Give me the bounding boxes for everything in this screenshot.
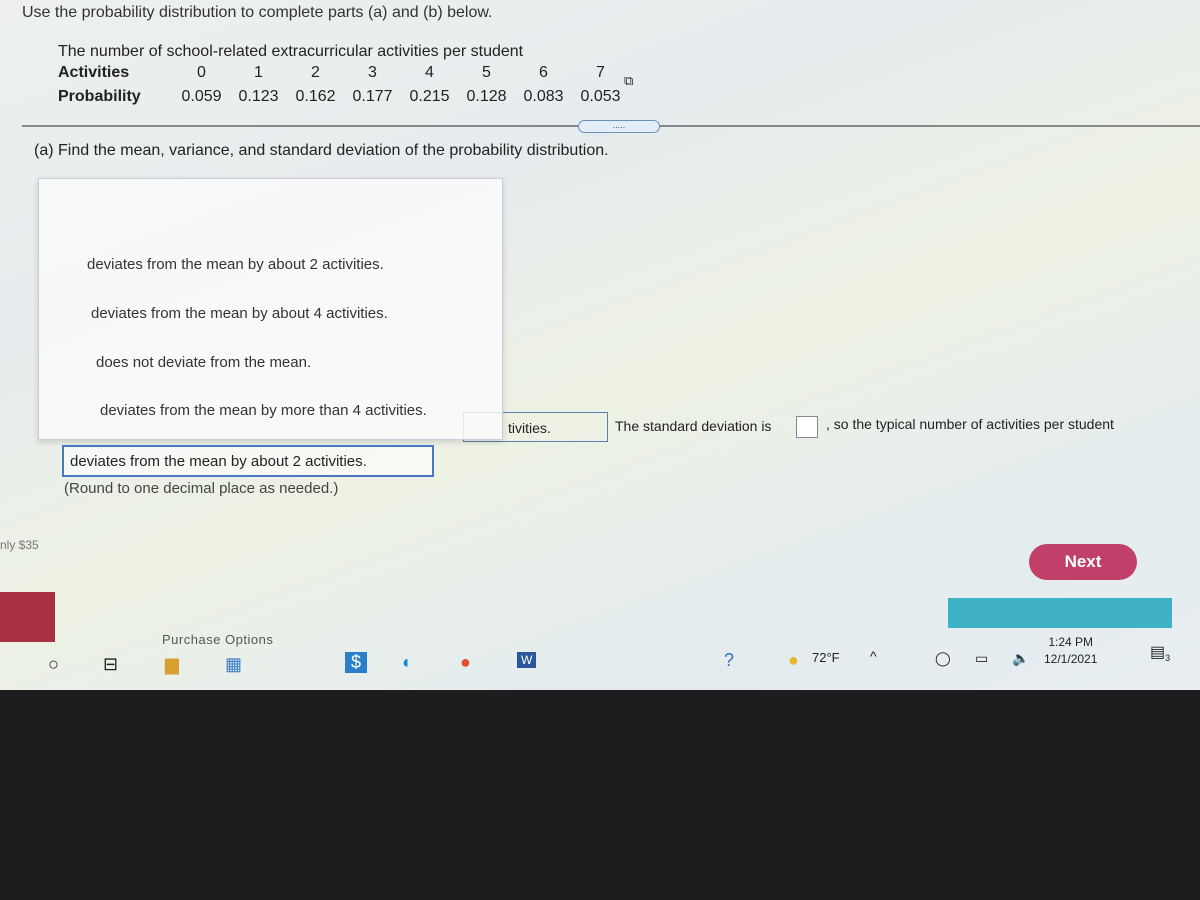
part-a-question: (a) Find the mean, variance, and standar… — [34, 142, 609, 159]
cell: 0.053 — [580, 88, 621, 105]
activities-row: Activities 0 1 2 3 4 5 6 7 — [58, 64, 629, 82]
notification-count: 3 — [1165, 653, 1171, 664]
dropdown-option[interactable]: deviates from the mean by about 4 activi… — [91, 305, 388, 322]
cell: 3 — [368, 64, 377, 81]
screen: Use the probability distribution to comp… — [0, 0, 1200, 690]
instruction: Use the probability distribution to comp… — [22, 4, 493, 21]
cell: 0.177 — [352, 88, 393, 105]
cell: 1 — [254, 64, 263, 81]
time: 1:24 PM — [1048, 635, 1094, 649]
cell: 7 — [596, 64, 605, 81]
clock[interactable]: 1:24 PM 12/1/2021 — [1044, 634, 1097, 668]
teal-banner — [948, 598, 1172, 628]
cell: 6 — [539, 64, 548, 81]
cell: 2 — [311, 64, 320, 81]
store-icon[interactable]: ▦ — [225, 654, 242, 675]
dropdown-option[interactable]: deviates from the mean by about 2 activi… — [87, 256, 384, 273]
cell: 0.083 — [523, 88, 564, 105]
word-icon[interactable]: W — [517, 652, 537, 668]
sd-input[interactable] — [796, 416, 818, 438]
cell: 4 — [425, 64, 434, 81]
cell: 0.215 — [409, 88, 450, 105]
sd-sentence-rest: , so the typical number of activities pe… — [826, 416, 1114, 432]
search-icon[interactable]: ○ — [48, 654, 59, 675]
cell: 0.162 — [295, 88, 336, 105]
weather-icon: ● — [788, 650, 799, 670]
dropdown-menu: deviates from the mean by about 2 activi… — [38, 178, 503, 440]
sd-label: The standard deviation is — [615, 418, 772, 434]
purchase-options[interactable]: Purchase Options — [162, 632, 273, 647]
row-label: Activities — [58, 64, 130, 81]
laptop-bezel — [0, 690, 1200, 900]
dropdown-option[interactable]: deviates from the mean by more than 4 ac… — [100, 402, 427, 419]
cell: 0 — [197, 64, 206, 81]
row-label: Probability — [58, 88, 141, 105]
help-icon[interactable]: ? — [724, 650, 734, 671]
temperature[interactable]: 72°F — [812, 650, 840, 665]
chevron-up-icon[interactable]: ^ — [870, 648, 877, 664]
network-icon[interactable]: ▭ — [975, 650, 988, 667]
cell: 5 — [482, 64, 491, 81]
selected-dropdown[interactable]: deviates from the mean by about 2 activi… — [62, 445, 434, 477]
table-title: The number of school-related extracurric… — [58, 43, 524, 60]
cell: 0.059 — [181, 88, 222, 105]
price-text: nly $35 — [0, 538, 39, 552]
round-note: (Round to one decimal place as needed.) — [64, 480, 339, 497]
more-button[interactable]: ..... — [578, 120, 660, 133]
task-view-icon[interactable]: ⊟ — [103, 654, 118, 675]
file-explorer-icon[interactable]: ▆ — [165, 654, 179, 675]
onedrive-icon[interactable]: ◯ — [935, 650, 951, 667]
red-block — [0, 592, 55, 642]
date: 12/1/2021 — [1044, 652, 1098, 666]
edge-icon[interactable]: ◐ — [402, 652, 413, 673]
dropdown-option[interactable]: does not deviate from the mean. — [96, 354, 311, 371]
cell: 0.123 — [238, 88, 279, 105]
notifications-icon[interactable]: ▤3 — [1150, 642, 1170, 663]
app-icon[interactable]: $ — [345, 652, 368, 673]
probability-row: Probability 0.059 0.123 0.162 0.177 0.21… — [58, 88, 629, 106]
chrome-icon[interactable]: ● — [460, 652, 471, 673]
copy-icon[interactable]: ⧉ — [624, 73, 633, 89]
cell: 0.128 — [466, 88, 507, 105]
next-button[interactable]: Next — [1029, 544, 1137, 580]
volume-icon[interactable]: 🔈 — [1012, 650, 1029, 667]
